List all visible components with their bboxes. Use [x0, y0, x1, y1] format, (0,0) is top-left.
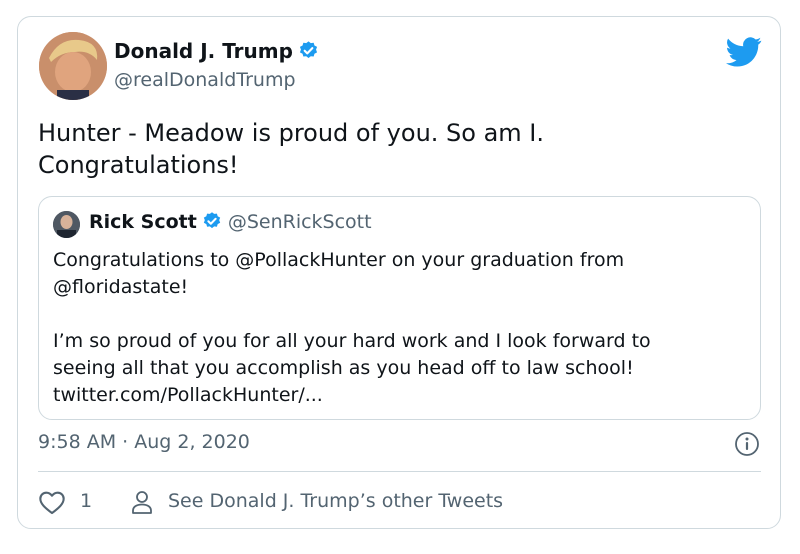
- verified-badge-icon: [299, 41, 317, 58]
- author-name[interactable]: Donald J. Trump: [114, 39, 319, 63]
- tweet-timestamp[interactable]: 9:58 AM · Aug 2, 2020: [38, 431, 250, 453]
- quoted-author-name-text: Rick Scott: [89, 211, 197, 233]
- divider: [38, 471, 761, 472]
- tweet-card: Donald J. Trump @realDonaldTrump Hunter …: [17, 16, 781, 529]
- author-avatar[interactable]: [39, 32, 107, 100]
- twitter-bird-icon[interactable]: [726, 37, 762, 67]
- author-name-text: Donald J. Trump: [114, 39, 293, 63]
- verified-badge-icon: [203, 212, 220, 229]
- author-handle[interactable]: @realDonaldTrump: [114, 69, 296, 91]
- see-other-tweets-link[interactable]: See Donald J. Trump’s other Tweets: [168, 490, 503, 512]
- like-count: 1: [80, 490, 93, 512]
- info-icon[interactable]: [734, 431, 760, 457]
- quoted-author-name: Rick Scott @SenRickScott: [89, 211, 372, 233]
- quoted-tweet-text: Congratulations to @PollackHunter on you…: [53, 249, 651, 406]
- tweet-text: Hunter - Meadow is proud of you. So am I…: [38, 119, 545, 179]
- person-icon[interactable]: [130, 489, 154, 515]
- heart-icon[interactable]: [38, 489, 66, 515]
- quoted-tweet[interactable]: Rick Scott @SenRickScott Congratulations …: [38, 196, 761, 420]
- quoted-author-handle: @SenRickScott: [227, 211, 372, 233]
- quoted-author-avatar: [53, 211, 80, 238]
